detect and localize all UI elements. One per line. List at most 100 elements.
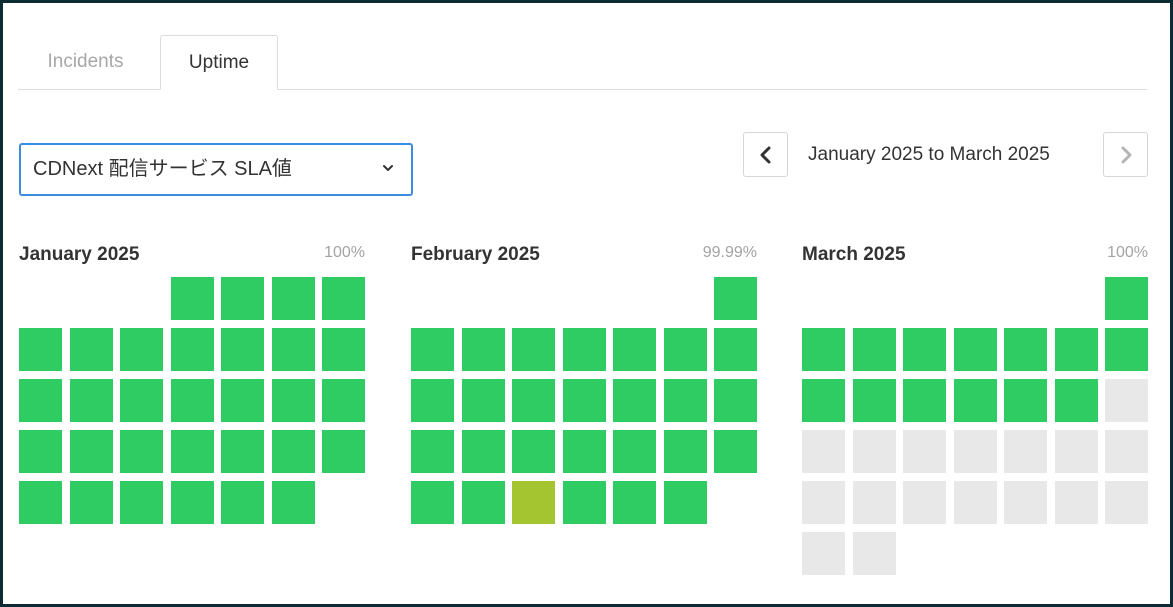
day-cell[interactable] <box>19 328 62 371</box>
day-cell[interactable] <box>954 481 997 524</box>
day-cell[interactable] <box>70 430 113 473</box>
day-cell[interactable] <box>120 430 163 473</box>
day-cell[interactable] <box>903 328 946 371</box>
day-cell[interactable] <box>120 328 163 371</box>
day-cell[interactable] <box>1105 481 1148 524</box>
day-cell[interactable] <box>1105 328 1148 371</box>
day-cell[interactable] <box>1105 430 1148 473</box>
day-cell[interactable] <box>171 379 214 422</box>
day-cell[interactable] <box>221 481 264 524</box>
day-cell[interactable] <box>802 430 845 473</box>
day-cell[interactable] <box>462 379 505 422</box>
day-cell[interactable] <box>272 481 315 524</box>
day-cell[interactable] <box>903 379 946 422</box>
day-cell[interactable] <box>221 430 264 473</box>
day-cell[interactable] <box>19 430 62 473</box>
day-cell[interactable] <box>272 379 315 422</box>
day-cell[interactable] <box>322 328 365 371</box>
day-cell[interactable] <box>19 379 62 422</box>
day-cell[interactable] <box>563 481 606 524</box>
day-cell[interactable] <box>1055 328 1098 371</box>
day-cell[interactable] <box>462 328 505 371</box>
day-cell[interactable] <box>462 481 505 524</box>
day-cell[interactable] <box>1004 328 1047 371</box>
day-cell[interactable] <box>411 481 454 524</box>
day-cell[interactable] <box>272 328 315 371</box>
tab-bar: Incidents Uptime <box>18 35 1147 90</box>
day-cell[interactable] <box>411 430 454 473</box>
day-cell[interactable] <box>802 532 845 575</box>
day-cell[interactable] <box>664 379 707 422</box>
day-cell[interactable] <box>664 481 707 524</box>
day-cell[interactable] <box>802 328 845 371</box>
day-cell[interactable] <box>613 328 656 371</box>
day-cell[interactable] <box>714 430 757 473</box>
day-cell[interactable] <box>272 430 315 473</box>
day-cell[interactable] <box>272 277 315 320</box>
previous-period-button[interactable] <box>743 132 788 177</box>
day-cell[interactable] <box>853 532 896 575</box>
day-cell[interactable] <box>1105 379 1148 422</box>
day-cell[interactable] <box>411 328 454 371</box>
day-cell[interactable] <box>171 481 214 524</box>
day-cell[interactable] <box>221 379 264 422</box>
day-cell[interactable] <box>462 430 505 473</box>
day-cell[interactable] <box>1055 430 1098 473</box>
day-cell[interactable] <box>714 328 757 371</box>
day-cell[interactable] <box>512 328 555 371</box>
day-cell[interactable] <box>1004 430 1047 473</box>
day-cell[interactable] <box>120 379 163 422</box>
day-cell[interactable] <box>1105 277 1148 320</box>
day-cell[interactable] <box>613 481 656 524</box>
day-cell[interactable] <box>714 277 757 320</box>
day-cell[interactable] <box>1055 481 1098 524</box>
day-cell[interactable] <box>221 277 264 320</box>
day-cell[interactable] <box>954 379 997 422</box>
day-cell[interactable] <box>802 481 845 524</box>
day-cell[interactable] <box>221 328 264 371</box>
day-cell[interactable] <box>903 430 946 473</box>
day-cell[interactable] <box>171 328 214 371</box>
day-cell[interactable] <box>664 328 707 371</box>
day-cell[interactable] <box>19 481 62 524</box>
day-cell[interactable] <box>563 379 606 422</box>
month-uptime-percent: 100% <box>1107 244 1148 261</box>
day-cell[interactable] <box>563 430 606 473</box>
day-cell[interactable] <box>70 481 113 524</box>
day-cell[interactable] <box>120 481 163 524</box>
day-cell[interactable] <box>853 481 896 524</box>
tab-incidents[interactable]: Incidents <box>18 35 153 89</box>
day-cell[interactable] <box>70 379 113 422</box>
day-cell[interactable] <box>322 430 365 473</box>
day-cell[interactable] <box>1004 379 1047 422</box>
day-cell[interactable] <box>70 328 113 371</box>
day-cell[interactable] <box>512 430 555 473</box>
day-cell[interactable] <box>322 379 365 422</box>
day-cell[interactable] <box>853 430 896 473</box>
chevron-down-icon <box>381 161 395 175</box>
day-cell[interactable] <box>853 379 896 422</box>
day-cell[interactable] <box>171 277 214 320</box>
day-cell[interactable] <box>1055 379 1098 422</box>
day-cell[interactable] <box>853 328 896 371</box>
day-cell[interactable] <box>613 430 656 473</box>
day-cell[interactable] <box>802 379 845 422</box>
day-cell[interactable] <box>563 328 606 371</box>
month-uptime-percent: 100% <box>324 244 365 261</box>
day-cell[interactable] <box>903 481 946 524</box>
day-cell[interactable] <box>512 481 555 524</box>
component-select[interactable]: CDNext 配信サービス SLA値 <box>19 143 413 196</box>
day-cell[interactable] <box>714 379 757 422</box>
day-cell[interactable] <box>613 379 656 422</box>
day-cell[interactable] <box>954 430 997 473</box>
day-cell[interactable] <box>322 277 365 320</box>
month-title: March 2025 <box>802 244 906 265</box>
tab-uptime[interactable]: Uptime <box>160 35 278 90</box>
day-cell[interactable] <box>1004 481 1047 524</box>
day-cell[interactable] <box>171 430 214 473</box>
day-cell[interactable] <box>664 430 707 473</box>
day-cell[interactable] <box>512 379 555 422</box>
day-cell[interactable] <box>411 379 454 422</box>
day-cell[interactable] <box>954 328 997 371</box>
next-period-button[interactable] <box>1103 132 1148 177</box>
